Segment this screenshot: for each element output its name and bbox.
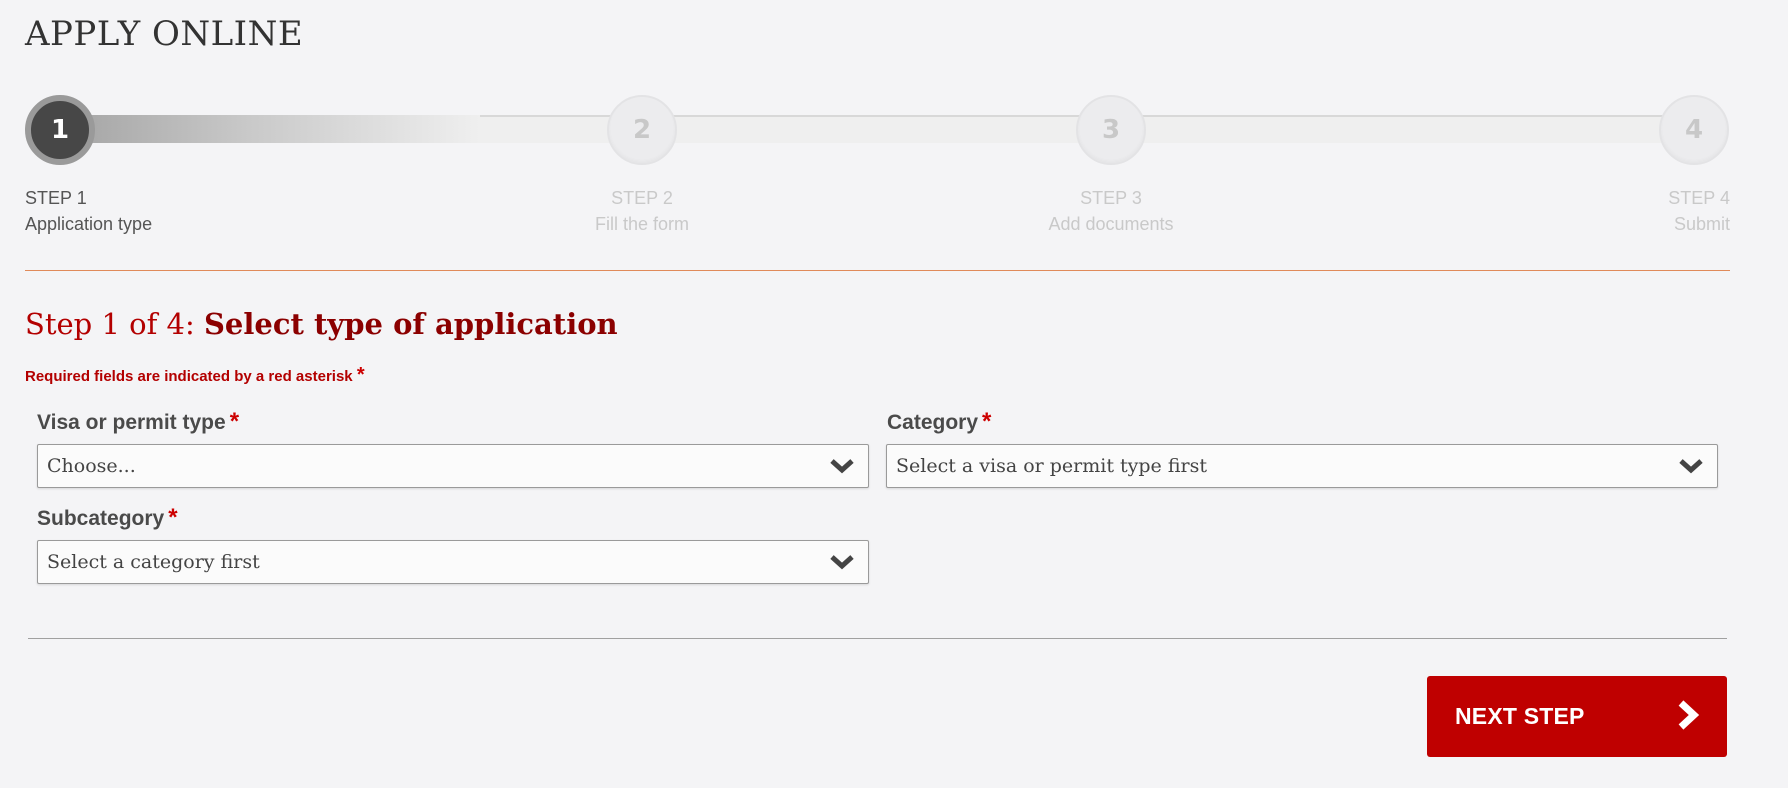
chevron-down-icon	[828, 552, 856, 572]
category-select[interactable]: Select a visa or permit type first	[886, 444, 1718, 488]
step-2-label: STEP 2 Fill the form	[542, 185, 742, 237]
step-1-title: STEP 1	[25, 188, 87, 208]
step-3-number: 3	[1101, 115, 1121, 145]
step-4-number: 4	[1684, 115, 1704, 145]
step-1-number: 1	[50, 115, 70, 145]
step-2-number: 2	[632, 115, 652, 145]
step-3-name: Add documents	[1048, 214, 1174, 234]
step-1-label: STEP 1 Application type	[25, 185, 152, 237]
step-1-name: Application type	[25, 214, 153, 234]
step-3-label: STEP 3 Add documents	[1011, 185, 1211, 237]
required-asterisk-icon: *	[168, 504, 178, 531]
subcategory-select[interactable]: Select a category first	[37, 540, 869, 584]
step-4-label: STEP 4 Submit	[1530, 185, 1730, 237]
subcategory-label-text: Subcategory	[37, 507, 165, 530]
category-label-text: Category	[887, 411, 979, 434]
subcategory-label: Subcategory *	[37, 504, 178, 532]
category-label: Category *	[887, 408, 991, 436]
chevron-down-icon	[1677, 456, 1705, 476]
chevron-right-icon	[1675, 699, 1701, 735]
step-heading-prefix: Step 1 of 4:	[25, 307, 204, 341]
step-heading: Step 1 of 4: Select type of application	[25, 307, 618, 341]
step-2-circle: 2	[607, 95, 677, 165]
visa-type-select[interactable]: Choose...	[37, 444, 869, 488]
step-2-title: STEP 2	[611, 188, 673, 208]
category-value: Select a visa or permit type first	[896, 455, 1207, 477]
visa-type-value: Choose...	[47, 455, 136, 477]
step-4-circle: 4	[1659, 95, 1729, 165]
chevron-down-icon	[828, 456, 856, 476]
progress-track-fill	[60, 115, 480, 143]
required-asterisk-icon: *	[356, 364, 365, 386]
form-footer-divider	[28, 638, 1727, 639]
next-step-label: NEXT STEP	[1455, 703, 1585, 729]
step-3-circle: 3	[1076, 95, 1146, 165]
visa-type-label: Visa or permit type *	[37, 408, 239, 436]
step-1-circle: 1	[25, 95, 95, 165]
step-4-title: STEP 4	[1668, 188, 1730, 208]
required-note-text: Required fields are indicated by a red a…	[25, 368, 353, 385]
step-4-name: Submit	[1673, 214, 1730, 234]
required-asterisk-icon: *	[229, 408, 240, 435]
step-heading-main: Select type of application	[203, 307, 618, 341]
required-asterisk-icon: *	[982, 408, 992, 435]
step-3-title: STEP 3	[1080, 188, 1142, 208]
next-step-button[interactable]: NEXT STEP	[1427, 676, 1727, 757]
step-2-name: Fill the form	[594, 214, 690, 234]
required-fields-note: Required fields are indicated by a red a…	[25, 364, 365, 387]
page-title: APPLY ONLINE	[25, 14, 304, 54]
visa-type-label-text: Visa or permit type	[37, 411, 226, 434]
section-divider	[25, 270, 1730, 271]
subcategory-value: Select a category first	[47, 551, 260, 573]
